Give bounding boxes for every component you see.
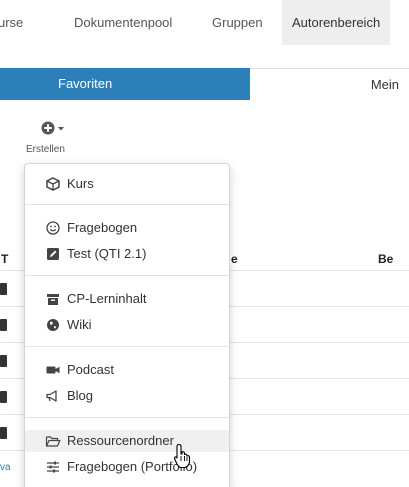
- menu-item-cp-lerninhalt[interactable]: CP-Lerninhalt: [25, 288, 229, 310]
- top-navigation: urse Dokumentenpool Gruppen Autorenberei…: [0, 0, 409, 45]
- menu-item-label: CP-Lerninhalt: [67, 291, 147, 306]
- row-type-icon: [0, 283, 7, 295]
- pencil-square-icon: [47, 248, 59, 260]
- cube-icon: [46, 177, 60, 191]
- archive-icon: [47, 294, 59, 305]
- plus-circle-icon: [41, 121, 64, 135]
- menu-item-ressourcenordner[interactable]: Ressourcenordner: [25, 430, 229, 452]
- tab-favoriten[interactable]: Favoriten: [0, 68, 250, 100]
- tab-bar: Favoriten Mein: [0, 68, 409, 100]
- row-type-icon: [0, 427, 7, 439]
- menu-divider: [25, 275, 229, 276]
- globe-icon: [47, 319, 59, 331]
- menu-item-test-qti[interactable]: Test (QTI 2.1): [25, 243, 229, 265]
- menu-item-label: Podcast: [67, 362, 114, 377]
- nav-item-autorenbereich[interactable]: Autorenbereich: [282, 0, 391, 45]
- menu-item-fragebogen-portfolio[interactable]: Fragebogen (Portfolio): [25, 456, 229, 478]
- menu-item-label: Fragebogen: [67, 220, 138, 235]
- menu-item-label: Blog: [67, 388, 94, 403]
- nav-item-kurse[interactable]: urse: [0, 0, 23, 45]
- menu-item-label: Kurs: [67, 176, 94, 191]
- row-type-icon: [0, 319, 7, 331]
- table-header-col3: Be: [378, 252, 394, 266]
- create-label: Erstellen: [26, 144, 65, 155]
- menu-item-label: Test (QTI 2.1): [67, 246, 147, 261]
- menu-item-kurs[interactable]: Kurs: [25, 173, 229, 195]
- table-link-fragment[interactable]: va: [0, 462, 11, 473]
- nav-item-dokumentenpool[interactable]: Dokumentenpool: [74, 0, 172, 45]
- video-camera-icon: [46, 366, 60, 374]
- row-type-icon: [0, 355, 7, 367]
- menu-item-blog[interactable]: Blog: [25, 385, 229, 407]
- folder-open-icon: [45, 436, 61, 447]
- menu-item-podcast[interactable]: Podcast: [25, 359, 229, 381]
- caret-down-icon: [58, 127, 64, 131]
- nav-item-gruppen[interactable]: Gruppen: [212, 0, 263, 45]
- menu-divider: [25, 346, 229, 347]
- sliders-icon: [47, 461, 59, 473]
- table-header-col1: T: [1, 252, 9, 266]
- bullhorn-icon: [46, 390, 57, 402]
- create-dropdown-menu: Kurs Fragebogen Test (QTI 2.1) CP-Lernin…: [24, 163, 230, 487]
- tab-mein[interactable]: Mein: [250, 68, 409, 100]
- hand-pointer-icon: [173, 443, 191, 469]
- menu-item-fragebogen[interactable]: Fragebogen: [25, 217, 229, 239]
- menu-item-wiki[interactable]: Wiki: [25, 314, 229, 336]
- row-type-icon: [0, 391, 7, 403]
- table-header-col2: e: [231, 252, 238, 266]
- menu-item-label: Wiki: [67, 317, 92, 332]
- menu-item-label: Ressourcenordner: [67, 433, 174, 448]
- create-button[interactable]: Erstellen: [26, 118, 80, 158]
- menu-divider: [25, 417, 229, 418]
- smiley-icon: [46, 221, 60, 235]
- menu-divider: [25, 204, 229, 205]
